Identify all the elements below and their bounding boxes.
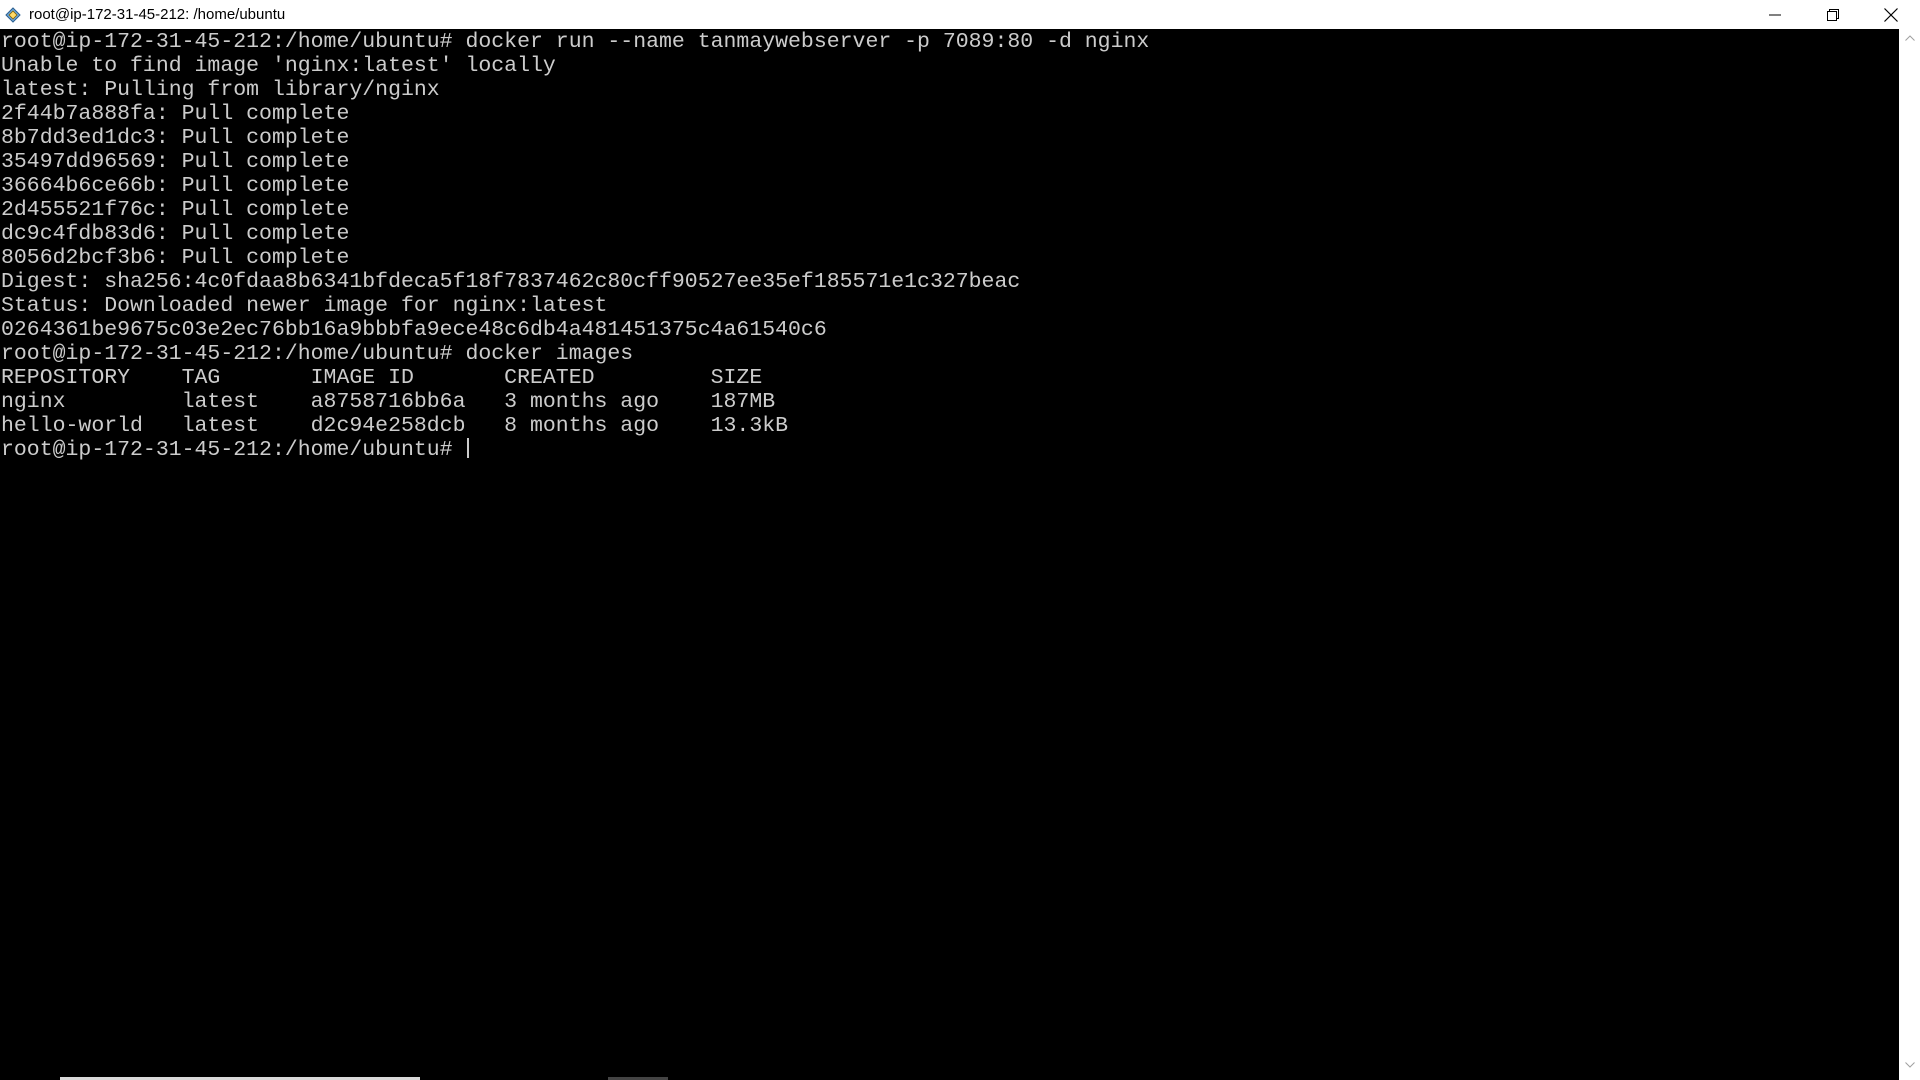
minimize-button[interactable]	[1746, 0, 1804, 29]
title-bar[interactable]: root@ip-172-31-45-212: /home/ubuntu	[0, 0, 1920, 29]
terminal-line: latest: Pulling from library/nginx	[1, 78, 440, 102]
terminal-line: Unable to find image 'nginx:latest' loca…	[1, 54, 556, 78]
window-title: root@ip-172-31-45-212: /home/ubuntu	[29, 6, 286, 23]
terminal-line: Digest: sha256:4c0fdaa8b6341bfdeca5f18f7…	[1, 270, 1021, 294]
chevron-down-icon	[1904, 1062, 1915, 1068]
restore-icon	[1827, 8, 1839, 21]
terminal-line: hello-world latest d2c94e258dcb 8 months…	[1, 414, 789, 438]
putty-icon[interactable]	[4, 6, 22, 24]
window-controls	[1746, 0, 1920, 29]
terminal-output[interactable]: root@ip-172-31-45-212:/home/ubuntu# dock…	[0, 29, 1899, 1080]
terminal-line: dc9c4fdb83d6: Pull complete	[1, 222, 350, 246]
close-icon	[1884, 7, 1898, 22]
terminal-lines: root@ip-172-31-45-212:/home/ubuntu# dock…	[1, 30, 1149, 462]
terminal-line: 2d455521f76c: Pull complete	[1, 198, 350, 222]
terminal-line: REPOSITORY TAG IMAGE ID CREATED SIZE	[1, 366, 763, 390]
terminal-line: Status: Downloaded newer image for nginx…	[1, 294, 608, 318]
scroll-down-button[interactable]	[1899, 1056, 1920, 1074]
vertical-scrollbar[interactable]	[1899, 29, 1920, 1080]
terminal-line: 8b7dd3ed1dc3: Pull complete	[1, 126, 350, 150]
minimize-icon	[1769, 14, 1781, 15]
close-button[interactable]	[1862, 0, 1920, 29]
terminal-line: 36664b6ce66b: Pull complete	[1, 174, 350, 198]
terminal-line: 8056d2bcf3b6: Pull complete	[1, 246, 350, 270]
restore-button[interactable]	[1804, 0, 1862, 29]
scroll-up-button[interactable]	[1899, 29, 1920, 47]
terminal-line: root@ip-172-31-45-212:/home/ubuntu# dock…	[1, 342, 634, 366]
terminal-window: root@ip-172-31-45-212: /home/ubuntu root…	[0, 0, 1920, 1080]
terminal-line: nginx latest a8758716bb6a 3 months ago 1…	[1, 390, 776, 414]
chevron-up-icon	[1904, 35, 1915, 41]
terminal-line: 2f44b7a888fa: Pull complete	[1, 102, 350, 126]
terminal-line: 35497dd96569: Pull complete	[1, 150, 350, 174]
terminal-line: 0264361be9675c03e2ec76bb16a9bbbfa9ece48c…	[1, 318, 827, 342]
prompt-line: root@ip-172-31-45-212:/home/ubuntu#	[1, 438, 1149, 462]
text-cursor	[467, 438, 470, 458]
terminal-line: root@ip-172-31-45-212:/home/ubuntu# dock…	[1, 30, 1150, 54]
